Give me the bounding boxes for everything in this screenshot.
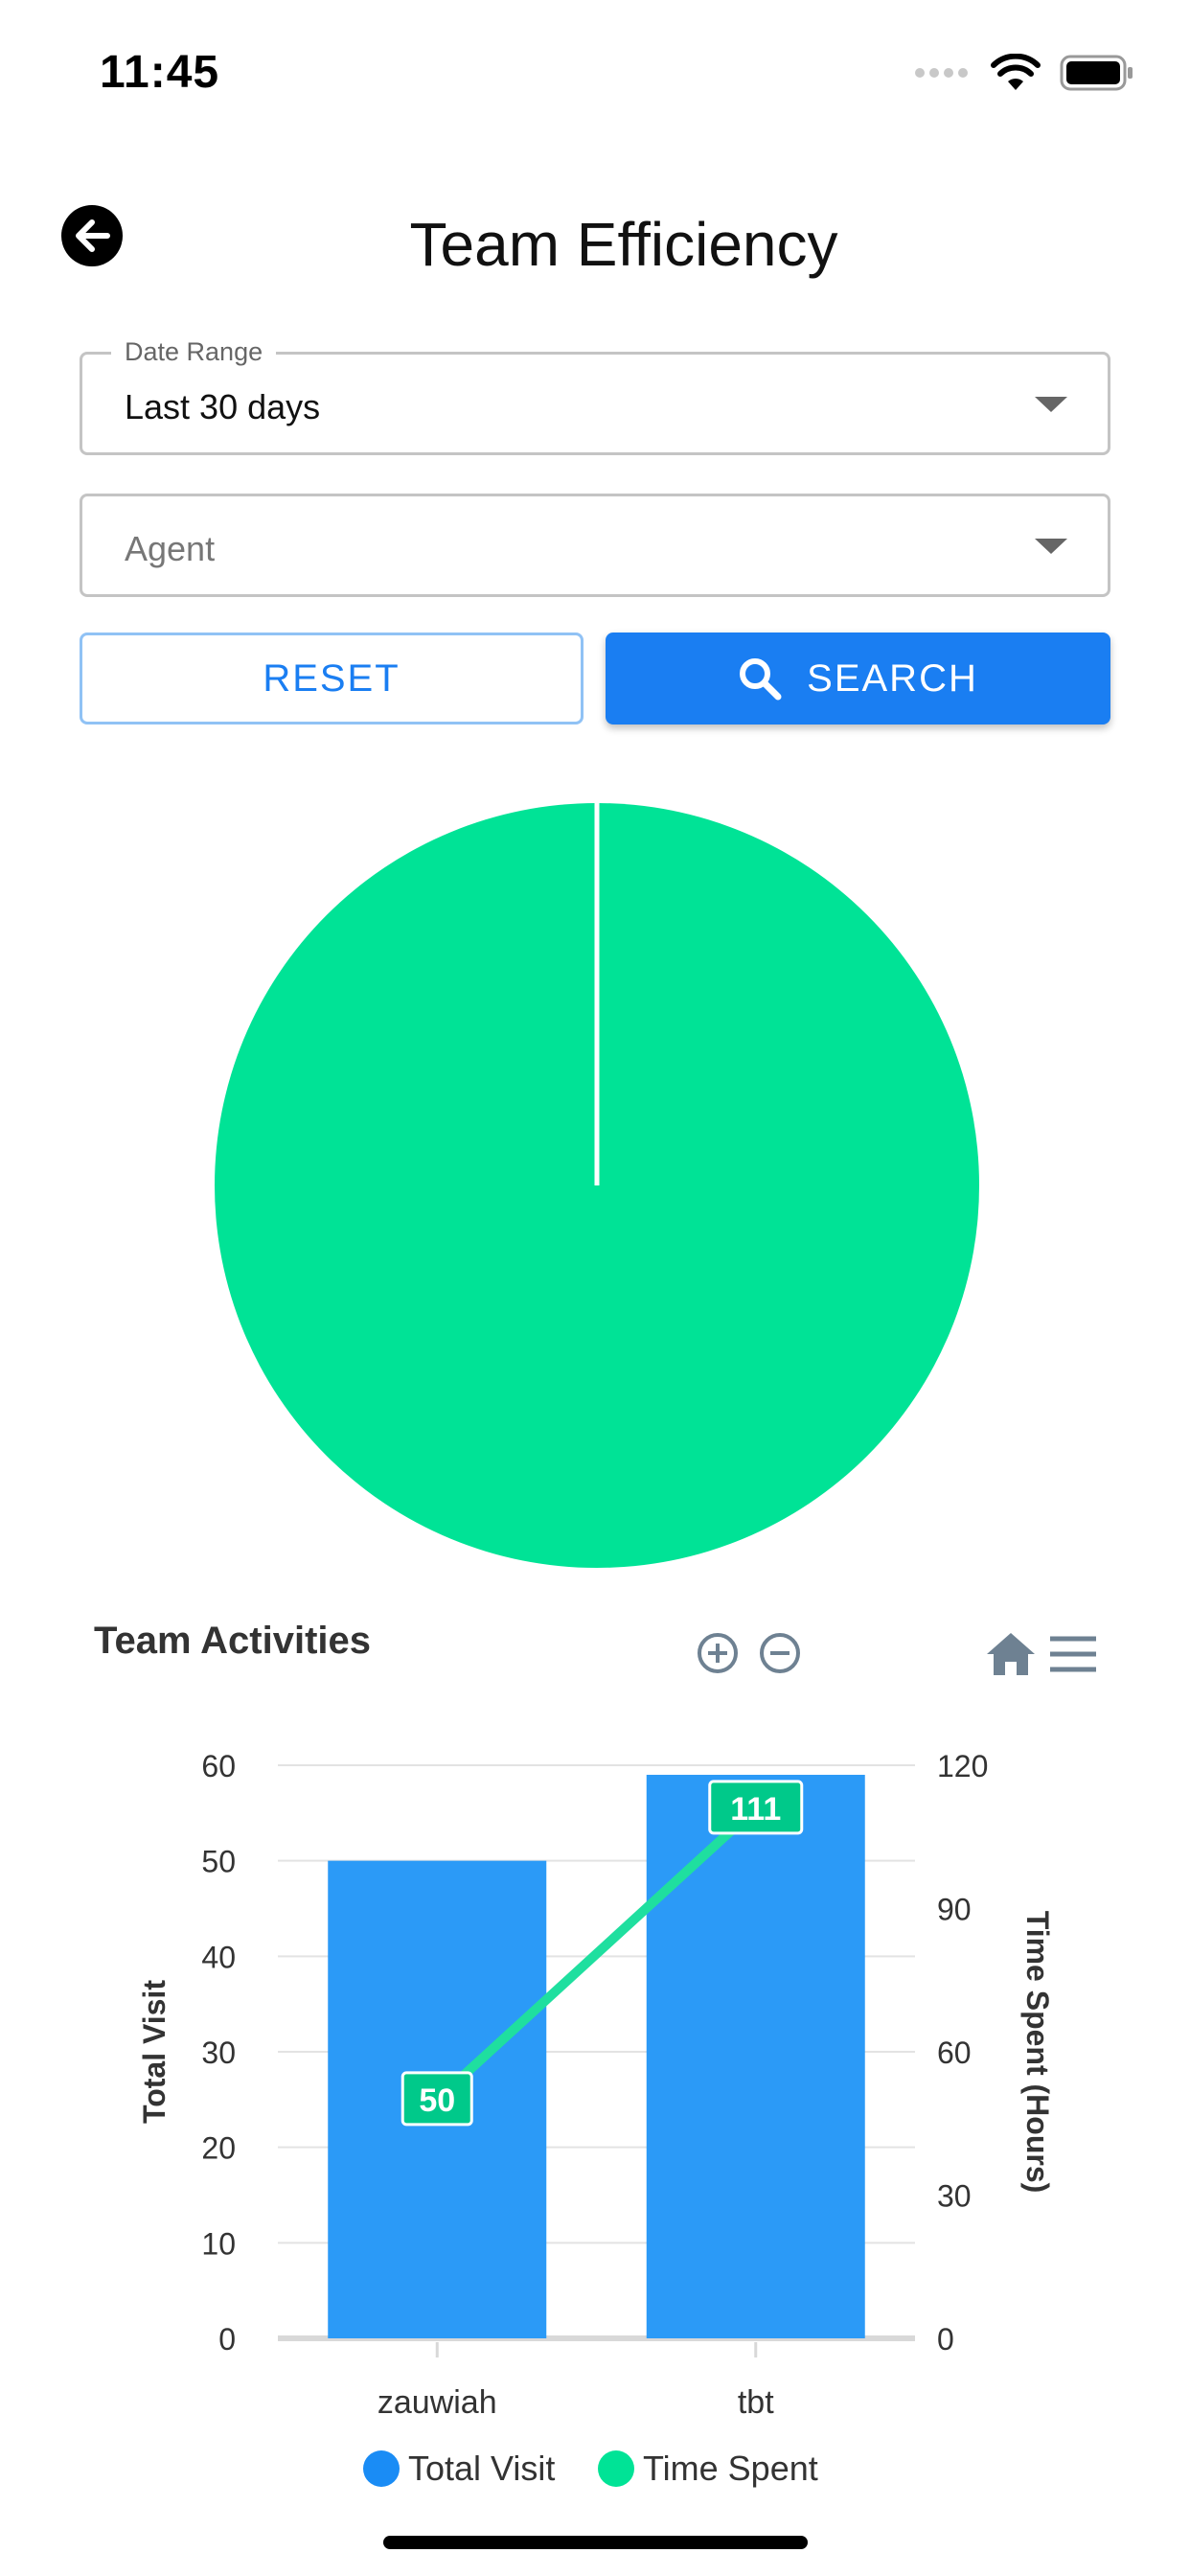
battery-icon [1060,55,1133,91]
zoom-in-icon[interactable] [696,1631,740,1675]
y-tick-label: 10 [201,2226,236,2261]
legend-marker [598,2450,634,2487]
y-tick-label: 30 [201,2036,236,2070]
legend-item[interactable]: Time Spent [598,2449,818,2488]
page-title: Team Efficiency [409,210,838,279]
y2-tick-label: 30 [937,2179,972,2214]
y-tick-label: 20 [201,2131,236,2166]
chevron-down-icon [1035,397,1067,412]
reset-button[interactable]: RESET [80,632,584,724]
data-label: 50 [419,2082,455,2119]
team-activities-chart: 0 10 20 30 40 50 60 0 30 60 90 120 Total Visit Time S… [137,1749,1055,2488]
y2-tick-label: 60 [937,2036,972,2070]
y2-tick-label: 0 [937,2322,954,2357]
chevron-down-icon [1035,539,1067,554]
status-icons [914,54,1134,92]
y-tick-label: 40 [201,1940,236,1974]
pie-chart [213,801,981,1570]
status-time: 11:45 [100,47,220,98]
activities-title: Team Activities [94,1620,372,1662]
y2-tick-label: 90 [937,1893,972,1927]
legend-label: Total Visit [408,2449,555,2488]
status-bar: 11:45 [0,0,1190,144]
y-tick-label: 50 [201,1845,236,1879]
x-tick-label: zauwiah [378,2384,497,2421]
y2-axis-title: Time Spent (Hours) [1020,1911,1055,2194]
data-label: 111 [730,1791,781,1828]
home-indicator [383,2536,808,2549]
date-range-value: Last 30 days [125,387,321,426]
agent-select[interactable]: Agent [80,494,1110,597]
legend-marker [363,2450,400,2487]
y-tick-label: 60 [201,1749,236,1783]
reset-label: RESET [263,656,400,700]
y2-tick-label: 120 [937,1749,988,1783]
wifi-icon [991,54,1041,90]
y-tick-label: 0 [218,2322,236,2357]
legend-item[interactable]: Total Visit [363,2449,555,2488]
legend-label: Time Spent [643,2449,818,2488]
date-range-label: Date Range [111,337,277,367]
search-label: SEARCH [807,656,978,700]
date-range-select[interactable]: Date Range Last 30 days [80,337,1110,455]
home-icon[interactable] [985,1631,1037,1677]
menu-icon[interactable] [1048,1635,1098,1673]
y-axis-title: Total Visit [137,1980,172,2124]
bar[interactable] [646,1774,865,2338]
agent-placeholder: Agent [125,529,216,568]
x-tick-label: tbt [738,2384,774,2421]
signal-icon [915,68,968,78]
pie-chart-svg [215,803,979,1568]
search-button[interactable]: SEARCH [606,632,1110,724]
zoom-out-icon[interactable] [758,1631,802,1675]
search-icon [740,658,782,701]
